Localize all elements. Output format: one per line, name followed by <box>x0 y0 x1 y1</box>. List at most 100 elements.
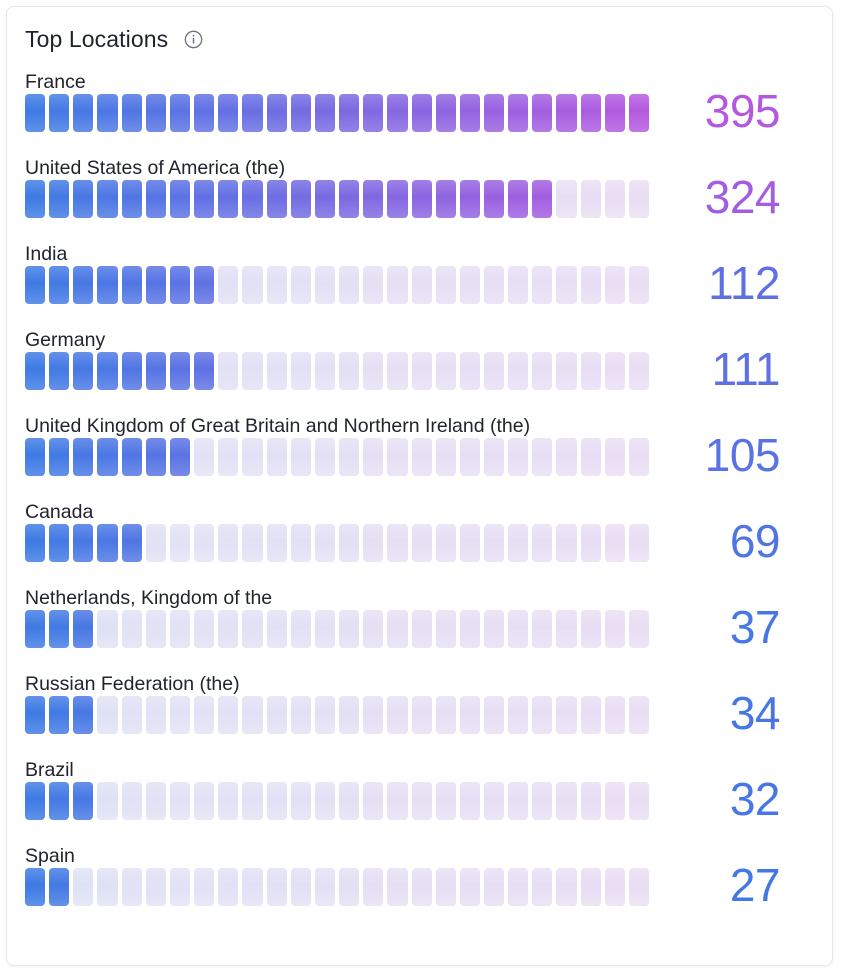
bar-segment-empty <box>339 524 360 562</box>
bar-segment-empty <box>580 438 601 476</box>
bar-segment-empty <box>459 696 480 734</box>
location-bar <box>25 782 650 820</box>
bar-segment-filled <box>73 180 94 218</box>
bar-segment-empty <box>314 352 336 390</box>
top-locations-card: Top Locations France 395 United States of … <box>6 6 833 966</box>
bar-segment-filled <box>25 868 46 906</box>
bar-segment-empty <box>290 610 311 648</box>
bar-segment-empty <box>604 610 625 648</box>
bar-segment-filled <box>49 352 70 390</box>
bar-segment-filled <box>145 438 166 476</box>
bar-segment-empty <box>290 352 311 390</box>
bar-segment-filled <box>363 94 384 132</box>
bar-segment-filled <box>169 94 191 132</box>
bar-segment-empty <box>218 438 239 476</box>
location-value: 69 <box>729 515 781 567</box>
bar-segment-filled <box>25 94 46 132</box>
bar-segment-empty <box>194 868 215 906</box>
location-bar <box>25 610 650 648</box>
info-circle-icon[interactable] <box>184 30 203 49</box>
bar-segment-empty <box>218 868 239 906</box>
location-row[interactable]: Brazil 32 <box>7 760 832 847</box>
location-row[interactable]: United Kingdom of Great Britain and Nort… <box>7 415 832 503</box>
location-row[interactable]: Netherlands, Kingdom of the 37 <box>7 588 832 675</box>
bar-segment-empty <box>508 524 529 562</box>
bar-segment-empty <box>508 868 529 906</box>
bar-segment-empty <box>339 696 360 734</box>
bar-segment-empty <box>435 782 456 820</box>
location-name: United Kingdom of Great Britain and Nort… <box>25 415 531 437</box>
bar-segment-empty <box>242 610 263 648</box>
bar-segment-empty <box>532 438 553 476</box>
bar-segment-filled <box>556 94 577 132</box>
bar-segment-filled <box>49 524 70 562</box>
bar-segment-empty <box>290 782 311 820</box>
bar-segment-filled <box>194 266 215 304</box>
bar-segment-filled <box>194 94 215 132</box>
card-header: Top Locations <box>7 7 832 51</box>
bar-segment-empty <box>411 696 432 734</box>
bar-segment-empty <box>532 782 553 820</box>
bar-segment-empty <box>628 438 650 476</box>
bar-segment-empty <box>508 266 529 304</box>
bar-segment-empty <box>145 696 166 734</box>
bar-segment-filled <box>25 438 46 476</box>
bar-segment-empty <box>290 868 311 906</box>
bar-segment-empty <box>556 696 577 734</box>
bar-segment-empty <box>508 438 529 476</box>
bar-segment-filled <box>169 352 191 390</box>
bar-segment-filled <box>532 180 553 218</box>
bar-segment-filled <box>218 180 239 218</box>
bar-segment-filled <box>194 180 215 218</box>
bar-segment-filled <box>459 94 480 132</box>
bar-segment-empty <box>387 868 408 906</box>
location-bar <box>25 524 650 562</box>
bar-segment-empty <box>314 868 336 906</box>
bar-segment-empty <box>532 352 553 390</box>
bar-segment-empty <box>556 868 577 906</box>
bar-segment-filled <box>49 782 70 820</box>
bar-segment-empty <box>242 438 263 476</box>
location-row[interactable]: Spain 27 <box>7 846 832 933</box>
bar-segment-empty <box>314 610 336 648</box>
location-row[interactable]: Russian Federation (the) 34 <box>7 674 832 761</box>
location-row[interactable]: India 112 <box>7 244 832 331</box>
bar-segment-empty <box>508 352 529 390</box>
bar-segment-empty <box>411 438 432 476</box>
bar-segment-empty <box>628 610 650 648</box>
location-row[interactable]: Germany 111 <box>7 330 832 417</box>
location-row[interactable]: France 395 <box>7 72 832 159</box>
bar-segment-filled <box>169 180 191 218</box>
bar-segment-empty <box>483 352 505 390</box>
bar-segment-empty <box>628 352 650 390</box>
location-bar <box>25 352 650 390</box>
bar-segment-empty <box>604 868 625 906</box>
bar-segment-empty <box>194 524 215 562</box>
bar-segment-empty <box>218 266 239 304</box>
bar-segment-filled <box>25 524 46 562</box>
bar-segment-empty <box>97 868 118 906</box>
location-value: 105 <box>704 429 781 481</box>
bar-segment-filled <box>194 352 215 390</box>
location-value: 111 <box>711 343 781 395</box>
bar-segment-empty <box>580 266 601 304</box>
bar-segment-empty <box>483 696 505 734</box>
location-bar <box>25 94 650 132</box>
location-value: 32 <box>729 773 781 825</box>
location-row[interactable]: United States of America (the) 324 <box>7 158 832 245</box>
bar-segment-empty <box>363 266 384 304</box>
bar-segment-empty <box>580 524 601 562</box>
bar-segment-filled <box>483 94 505 132</box>
bar-segment-filled <box>25 782 46 820</box>
bar-segment-empty <box>194 438 215 476</box>
bar-segment-filled <box>145 352 166 390</box>
bar-segment-filled <box>121 438 142 476</box>
location-value: 27 <box>729 859 781 911</box>
bar-segment-empty <box>532 524 553 562</box>
bar-segment-empty <box>435 352 456 390</box>
location-row[interactable]: Canada 69 <box>7 502 832 589</box>
bar-segment-empty <box>121 696 142 734</box>
bar-segment-filled <box>339 180 360 218</box>
bar-segment-empty <box>435 610 456 648</box>
bar-segment-filled <box>121 266 142 304</box>
